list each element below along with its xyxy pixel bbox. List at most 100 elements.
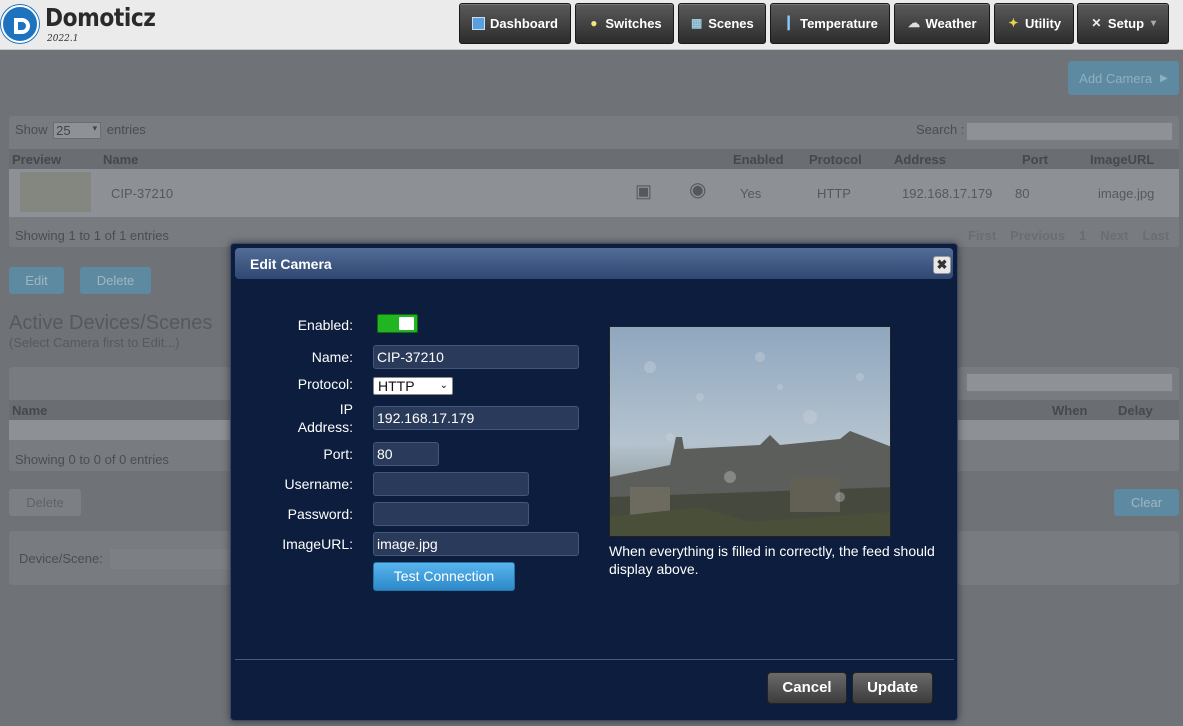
row-name: CIP-37210 [111, 186, 174, 201]
nav-switches-label: Switches [605, 16, 662, 31]
nav-setup[interactable]: ✕ Setup ▾ [1077, 3, 1169, 44]
devices-section-subtitle: (Select Camera first to Edit...) [9, 335, 180, 350]
imageurl-field[interactable]: image.jpg [373, 532, 579, 556]
app-version: 2022.1 [47, 34, 79, 44]
nav-temperature-label: Temperature [800, 16, 878, 31]
domoticz-logo-icon [1, 5, 39, 43]
pager-page-1[interactable]: 1 [1079, 228, 1086, 243]
nav-dashboard-label: Dashboard [490, 16, 558, 31]
chevron-down-icon: ▾ [1151, 18, 1157, 29]
name-field[interactable]: CIP-37210 [373, 345, 579, 369]
test-connection-button[interactable]: Test Connection [373, 562, 515, 591]
ip-label-line1: IP [339, 401, 353, 417]
pager-first[interactable]: First [968, 228, 996, 243]
entries-label: entries [106, 122, 146, 137]
row-enabled: Yes [740, 186, 762, 201]
pager: First Previous 1 Next Last [968, 228, 1169, 243]
chevron-down-icon: ▾ [92, 123, 98, 134]
devices-section-title: Active Devices/Scenes [9, 312, 213, 334]
lightbulb-icon: ● [590, 16, 598, 30]
clear-button[interactable]: Clear [1114, 489, 1179, 516]
nav-utility[interactable]: ✦ Utility [994, 3, 1074, 44]
nav-scenes[interactable]: ▦ Scenes [678, 3, 766, 44]
show-label: Show [15, 122, 48, 137]
col-name[interactable]: Name [103, 152, 138, 167]
app-name: Domoticz [45, 3, 156, 32]
entries-select[interactable]: 25 ▾ [53, 122, 102, 140]
delete-camera-button[interactable]: Delete [80, 267, 151, 294]
username-field[interactable] [373, 472, 529, 496]
thermometer-icon: ┃ [784, 16, 793, 30]
username-label: Username: [284, 476, 353, 492]
nav-dashboard[interactable]: Dashboard [459, 3, 571, 44]
password-label: Password: [287, 506, 353, 522]
search-input[interactable] [966, 122, 1173, 141]
dialog-title: Edit Camera [250, 256, 332, 272]
device-scene-label: Device/Scene: [19, 551, 103, 566]
col-port[interactable]: Port [1022, 152, 1048, 167]
top-header: Domoticz 2022.1 Dashboard ● Switches ▦ S… [0, 0, 1183, 50]
nav-weather[interactable]: ☁ Weather [894, 3, 990, 44]
protocol-select[interactable]: HTTP ⌄ [373, 377, 453, 395]
search-label: Search : [916, 122, 965, 137]
cancel-button[interactable]: Cancel [767, 672, 847, 704]
table-row[interactable]: CIP-37210 ▣ ◉ Yes HTTP 192.168.17.179 80… [9, 169, 1179, 217]
camera-icon[interactable]: ▣ [635, 181, 652, 202]
webcam-icon[interactable]: ◉ [689, 177, 706, 202]
play-icon: ▶ [1160, 72, 1168, 84]
protocol-label: Protocol: [297, 376, 353, 392]
nav-setup-label: Setup [1107, 16, 1145, 31]
pager-next[interactable]: Next [1100, 228, 1128, 243]
port-label: Port: [323, 446, 353, 462]
col-when[interactable]: When [1052, 403, 1087, 418]
col-enabled[interactable]: Enabled [733, 152, 784, 167]
col-preview[interactable]: Preview [12, 152, 61, 167]
show-entries: Show 25 ▾ entries [15, 122, 146, 140]
dialog-titlebar[interactable]: Edit Camera ✖ [235, 248, 953, 279]
row-port: 80 [1015, 186, 1030, 201]
port-field[interactable]: 80 [373, 442, 439, 466]
nav-temperature[interactable]: ┃ Temperature [770, 3, 890, 44]
col-device-name[interactable]: Name [12, 403, 47, 418]
col-imageurl[interactable]: ImageURL [1090, 152, 1154, 167]
camera-feed-preview [609, 326, 891, 537]
cameras-table-header: Preview Name Enabled Protocol Address Po… [9, 149, 1179, 169]
col-delay[interactable]: Delay [1118, 403, 1153, 418]
delete-device-button[interactable]: Delete [9, 489, 81, 516]
nav-scenes-label: Scenes [708, 16, 754, 31]
devices-search-input[interactable] [966, 373, 1173, 392]
enabled-label: Enabled: [297, 317, 353, 333]
add-camera-label: Add Camera [1079, 70, 1153, 86]
row-imageurl: image.jpg [1098, 186, 1155, 201]
pager-last[interactable]: Last [1143, 228, 1170, 243]
dialog-divider [235, 659, 954, 660]
toggle-knob [399, 317, 414, 330]
close-icon[interactable]: ✖ [933, 256, 951, 274]
edit-camera-dialog: Edit Camera ✖ Enabled: Name: CIP-37210 P… [230, 243, 958, 721]
password-field[interactable] [373, 502, 529, 526]
cloud-rain-icon: ☁ [907, 16, 920, 30]
entries-select-value: 25 [56, 123, 71, 139]
ip-address-field[interactable]: 192.168.17.179 [373, 406, 579, 430]
nav-switches[interactable]: ● Switches [575, 3, 674, 44]
update-button[interactable]: Update [852, 672, 933, 704]
edit-button[interactable]: Edit [9, 267, 64, 294]
utility-icon: ✦ [1008, 16, 1019, 30]
device-scene-select[interactable] [110, 549, 230, 569]
row-protocol: HTTP [817, 186, 851, 201]
domoticz-logo[interactable]: Domoticz 2022.1 [0, 2, 156, 46]
col-address[interactable]: Address [894, 152, 946, 167]
enabled-toggle[interactable] [377, 314, 418, 333]
protocol-select-value: HTTP [378, 378, 415, 394]
dashboard-icon [472, 17, 486, 30]
devices-table-info: Showing 0 to 0 of 0 entries [15, 452, 169, 467]
chevron-down-icon: ⌄ [439, 380, 448, 391]
nav-utility-label: Utility [1024, 16, 1062, 31]
pager-previous[interactable]: Previous [1010, 228, 1065, 243]
camera-thumbnail [20, 172, 91, 212]
col-protocol[interactable]: Protocol [809, 152, 862, 167]
add-camera-button[interactable]: Add Camera ▶ [1068, 61, 1179, 95]
imageurl-label: ImageURL: [282, 536, 353, 552]
row-address: 192.168.17.179 [902, 186, 993, 201]
table-info: Showing 1 to 1 of 1 entries [15, 228, 169, 243]
